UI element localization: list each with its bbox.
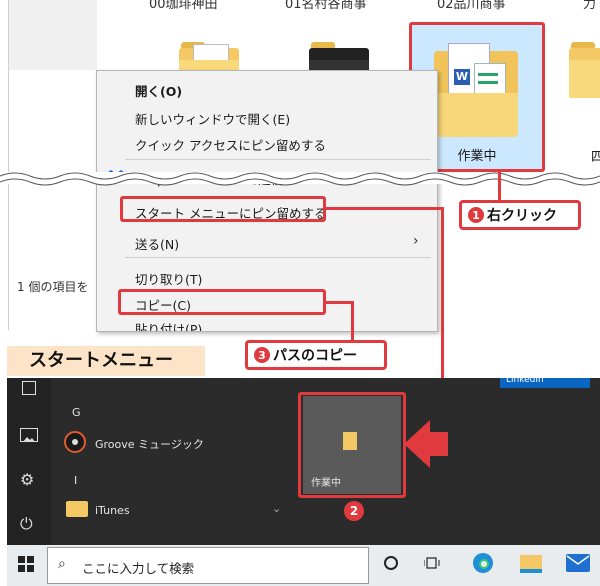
search-placeholder: ここに入力して検索 [82,561,195,576]
callout-text: パスのコピー [273,348,357,364]
highlight-box [298,392,406,498]
chevron-down-icon[interactable]: ⌄ [272,502,281,515]
groove-icon [64,431,86,453]
letter-header-g[interactable]: G [72,406,81,419]
section-label: スタートメニュー [7,346,205,376]
folder-icon[interactable] [569,40,600,100]
windows-start-icon[interactable] [18,556,34,576]
connector-line [326,207,444,210]
folder-label[interactable]: 力 [583,0,596,12]
file-explorer-icon[interactable] [520,555,542,573]
linkedin-tile[interactable]: LinkedIn [500,378,590,388]
mail-icon[interactable] [566,554,590,572]
nav-pane[interactable] [9,0,97,70]
document-icon[interactable] [22,381,36,395]
connector-line [498,172,501,202]
connector-line [326,301,354,304]
highlight-box [118,289,326,315]
menu-item-open-new-window[interactable]: 新しいウィンドウで開く(E) [135,109,290,128]
task-view-icon[interactable] [423,555,440,571]
folder-label[interactable]: 02品川商事 [437,0,506,12]
step-number: 1 [468,207,484,223]
tear-line [0,172,600,186]
status-text: 1 個の項目を [17,280,89,294]
settings-icon[interactable]: ⚙ [20,470,34,489]
app-itunes[interactable]: iTunes [95,504,130,517]
chevron-right-icon: › [413,233,419,249]
letter-header-i[interactable]: I [74,474,77,487]
step-number: 2 [344,501,364,521]
menu-separator [125,257,431,258]
callout-right-click: 1 右クリック [459,200,581,230]
app-groove[interactable]: Groove ミュージック [95,436,204,452]
pictures-icon[interactable] [20,428,38,442]
menu-item-pin-quick-access[interactable]: クイック アクセスにピン留めする [135,135,326,154]
menu-item-send-to[interactable]: 送る(N) [135,234,179,253]
callout-text: 右クリック [487,208,557,224]
folder-label[interactable]: 01名村谷商事 [285,0,367,12]
folder-label[interactable]: 四 [591,146,600,165]
callout-copy-path: 3 パスのコピー [245,340,387,370]
edge-icon[interactable] [472,552,494,574]
highlight-box [120,196,326,222]
tile-label: LinkedIn [506,378,544,385]
cortana-icon[interactable] [384,556,398,570]
search-icon: ⌕ [58,556,66,572]
arrow-left-icon [404,420,448,468]
connector-line [351,301,354,341]
power-icon[interactable]: ⏻ [20,514,33,534]
step-number: 3 [254,347,270,363]
menu-item-open[interactable]: 開く(O) [135,81,182,100]
taskbar-search-box[interactable]: ⌕ ここに入力して検索 [47,547,369,584]
menu-item-paste[interactable]: 貼り付け(P) [135,319,202,331]
menu-item-cut[interactable]: 切り取り(T) [135,269,202,288]
menu-separator [125,159,431,160]
folder-label[interactable]: 00珈琲神田 [149,0,218,12]
folder-icon [66,501,88,517]
